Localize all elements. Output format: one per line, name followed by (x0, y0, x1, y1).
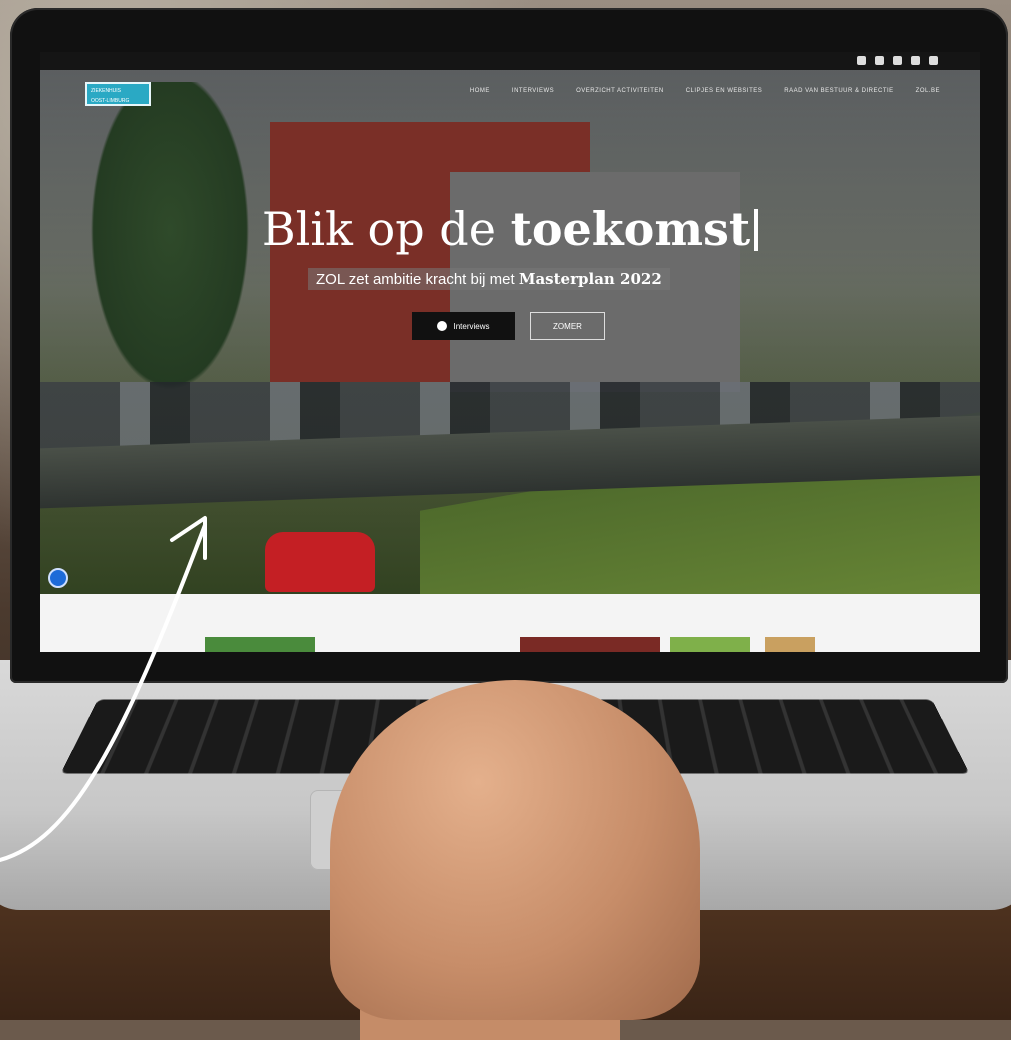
nav-item-zol-be[interactable]: ZOL.BE (916, 88, 940, 94)
hero-subtitle: ZOL zet ambitie kracht bij met Masterpla… (308, 268, 670, 290)
nav-item-home[interactable]: HOME (470, 88, 490, 94)
interviews-button-label: Interviews (453, 321, 490, 331)
social-icons (857, 56, 938, 65)
nav-item-raad-van-bestuur[interactable]: RAAD VAN BESTUUR & DIRECTIE (784, 88, 893, 94)
secondary-button[interactable]: ZOMER (530, 312, 605, 340)
hand (330, 680, 700, 1020)
nav-item-overzicht-activiteiten[interactable]: OVERZICHT ACTIVITEITEN (576, 88, 664, 94)
hero-title-light: Blik op de (261, 202, 496, 256)
hero-title-bold: toekomst (510, 202, 751, 256)
hero-subtitle-bold: Masterplan 2022 (518, 270, 662, 288)
typing-cursor (754, 209, 759, 251)
thumbnail-3[interactable] (670, 637, 750, 652)
secondary-button-label: ZOMER (553, 321, 582, 331)
social-topbar (40, 52, 980, 70)
site-logo[interactable]: ZIEKENHUIS OOST-LIMBURG (85, 82, 151, 106)
twitter-icon[interactable] (875, 56, 884, 65)
linkedin-icon[interactable] (911, 56, 920, 65)
annotation-arrow-icon (0, 516, 207, 862)
interviews-button[interactable]: Interviews (412, 312, 515, 340)
main-nav: HOME INTERVIEWS OVERZICHT ACTIVITEITEN C… (470, 88, 940, 94)
instagram-icon[interactable] (893, 56, 902, 65)
logo-line-1: ZIEKENHUIS (91, 88, 122, 94)
youtube-icon[interactable] (929, 56, 938, 65)
red-car (265, 532, 375, 592)
hero-title: Blik op de toekomst (40, 202, 980, 256)
thumbnail-2[interactable] (520, 637, 660, 652)
logo-line-2: OOST-LIMBURG (91, 98, 130, 104)
nav-item-clipjes-en-websites[interactable]: CLIPJES EN WEBSITES (686, 88, 763, 94)
nav-item-interviews[interactable]: INTERVIEWS (512, 88, 554, 94)
hero-subtitle-light: ZOL zet ambitie kracht bij met (316, 271, 515, 288)
user-icon (437, 321, 448, 331)
thumbnail-4[interactable] (765, 637, 815, 652)
facebook-icon[interactable] (857, 56, 866, 65)
